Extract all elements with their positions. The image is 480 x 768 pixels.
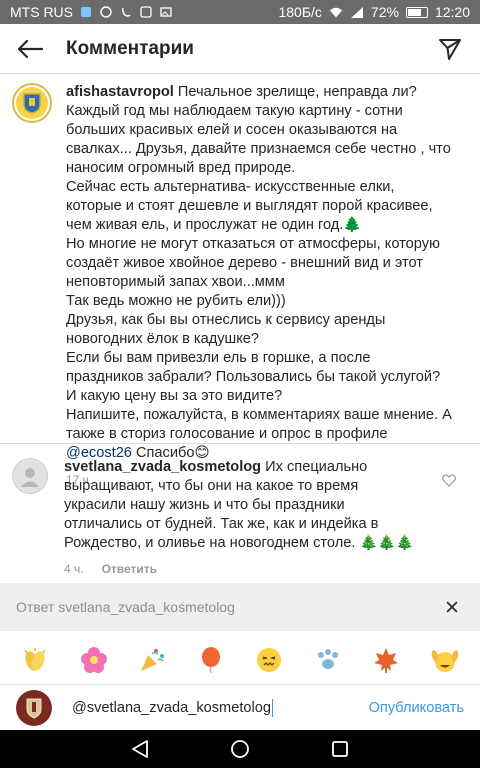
quick-emoji-bar: [0, 638, 480, 682]
coat-of-arms-icon: [16, 87, 48, 119]
vk-icon: [139, 5, 153, 19]
comment-timestamp: 4 ч.: [64, 562, 84, 576]
heart-icon: [442, 474, 456, 487]
direct-send-button[interactable]: [432, 31, 468, 67]
nav-recents-button[interactable]: [328, 737, 352, 761]
comment-username[interactable]: svetlana_zvada_kosmetolog: [64, 459, 261, 475]
system-navigation-bar: [0, 730, 480, 768]
top-app-bar: Комментарии: [0, 24, 480, 74]
nav-home-button[interactable]: [228, 737, 252, 761]
clapping-hands-icon[interactable]: [19, 644, 51, 676]
viber-icon: [119, 5, 133, 19]
coat-of-arms-icon: [26, 698, 42, 719]
cancel-reply-button[interactable]: [440, 595, 464, 619]
like-comment-button[interactable]: [442, 474, 458, 490]
caption-content: afishastavropol Печальное зрелище, непра…: [66, 83, 452, 463]
caption-avatar[interactable]: [12, 83, 52, 123]
post-caption: afishastavropol Печальное зрелище, непра…: [0, 75, 480, 490]
wifi-icon: [329, 5, 343, 19]
square-recents-icon: [332, 741, 348, 757]
nav-back-button[interactable]: [128, 737, 152, 761]
back-button[interactable]: [8, 29, 52, 69]
whatsapp-icon: [99, 5, 113, 19]
battery-icon: [405, 6, 428, 18]
party-popper-icon[interactable]: [136, 644, 168, 676]
caption-username[interactable]: afishastavropol: [66, 84, 174, 100]
battery-percent: 72%: [370, 4, 399, 20]
publish-button[interactable]: Опубликовать: [369, 700, 464, 716]
comment-input-value: @svetlana_zvada_kosmetolog: [72, 700, 271, 716]
raising-hands-face-icon[interactable]: [429, 644, 461, 676]
page-title: Комментарии: [66, 37, 194, 59]
reply-button[interactable]: Ответить: [102, 560, 157, 579]
text-caret: [271, 699, 274, 717]
comment-content: svetlana_zvada_kosmetolog Их специально …: [64, 458, 424, 553]
status-bar: MTS RUS 180Б/с 72% 12:20: [0, 0, 480, 24]
divider: [0, 684, 480, 685]
close-icon: [446, 601, 458, 613]
paw-prints-icon[interactable]: [312, 644, 344, 676]
balloon-icon[interactable]: [195, 644, 227, 676]
comment-composer: @svetlana_zvada_kosmetolog Опубликовать: [0, 686, 480, 730]
replying-to-bar: Ответ svetlana_zvada_kosmetolog: [0, 583, 480, 631]
my-avatar: [16, 690, 52, 726]
carrier-label: MTS RUS: [10, 4, 73, 20]
comment-item: svetlana_zvada_kosmetolog Их специально …: [0, 454, 480, 579]
maple-leaf-icon[interactable]: [370, 644, 402, 676]
clock: 12:20: [434, 4, 470, 20]
network-speed: 180Б/с: [278, 4, 322, 20]
app-notification-icon: [79, 5, 93, 19]
commenter-avatar[interactable]: [12, 458, 48, 494]
arrow-left-icon: [17, 39, 43, 58]
gallery-icon: [159, 5, 173, 19]
comment-input[interactable]: @svetlana_zvada_kosmetolog: [72, 699, 369, 717]
person-icon: [21, 468, 39, 487]
circle-home-icon: [231, 740, 249, 758]
caption-text: Печальное зрелище, неправда ли? Каждый г…: [66, 84, 452, 442]
paper-plane-icon: [439, 38, 461, 60]
divider: [0, 443, 480, 444]
replying-to-label: Ответ svetlana_zvada_kosmetolog: [16, 599, 235, 615]
triangle-back-icon: [132, 740, 148, 758]
flower-icon[interactable]: [78, 644, 110, 676]
signal-icon: [350, 5, 364, 19]
confounded-face-icon[interactable]: [253, 644, 285, 676]
